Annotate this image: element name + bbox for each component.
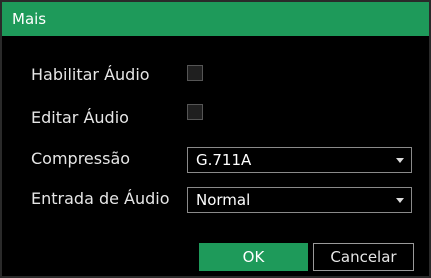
habilitar-audio-checkbox[interactable] [187,65,203,81]
chevron-down-icon [396,158,404,163]
dialog-titlebar: Mais [2,2,429,36]
entrada-audio-label: Entrada de Áudio [31,189,170,208]
editar-audio-label: Editar Áudio [31,108,129,127]
ok-button[interactable]: OK [199,243,308,271]
mais-dialog: Mais Habilitar Áudio Editar Áudio Compre… [0,0,431,278]
entrada-audio-select-value: Normal [196,191,251,209]
compressao-label: Compressão [31,149,131,168]
cancel-button[interactable]: Cancelar [313,243,414,271]
dialog-title: Mais [12,10,47,28]
compressao-select-value: G.711A [196,151,252,169]
entrada-audio-select[interactable]: Normal [187,187,412,213]
chevron-down-icon [396,198,404,203]
compressao-select[interactable]: G.711A [187,147,412,173]
habilitar-audio-label: Habilitar Áudio [31,65,150,84]
editar-audio-checkbox[interactable] [187,104,203,120]
